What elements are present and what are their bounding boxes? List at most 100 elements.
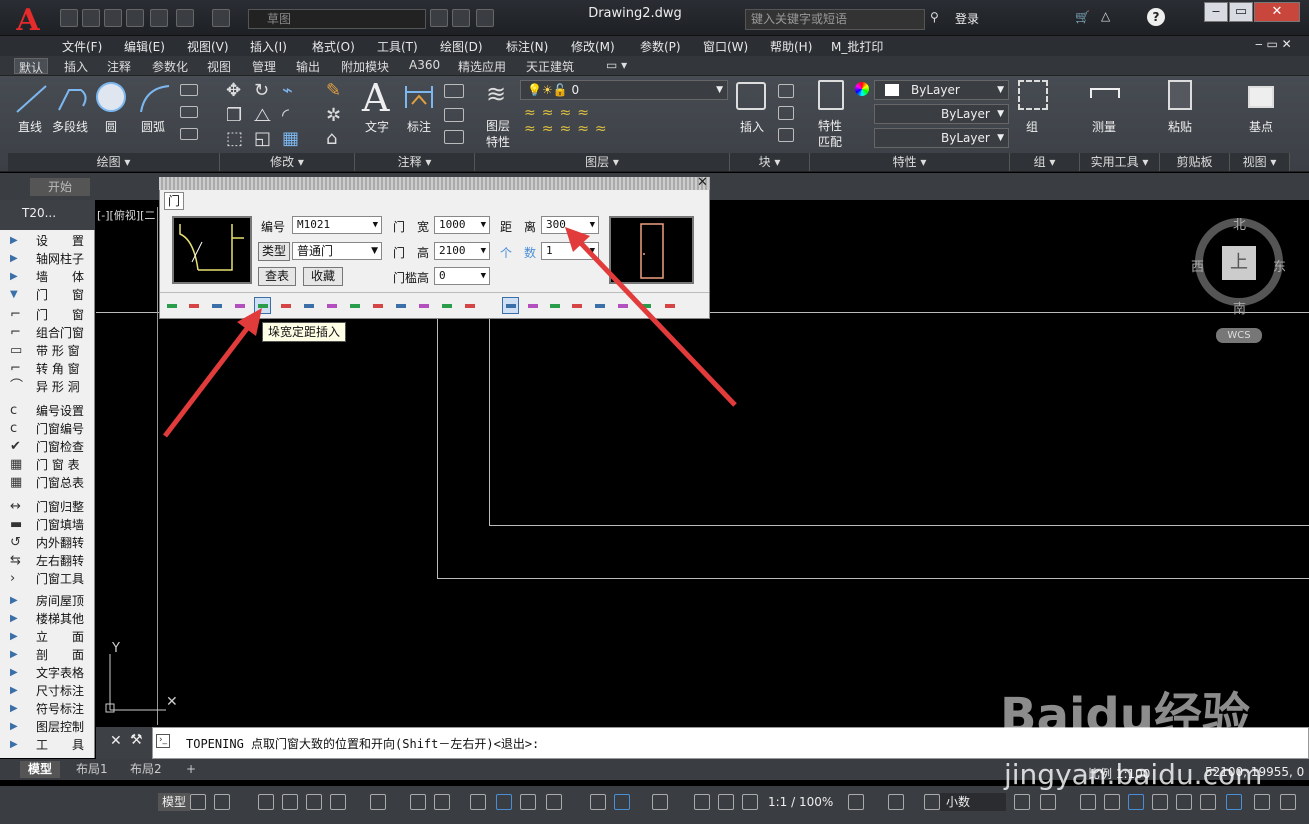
fillet-icon[interactable]: ◜ xyxy=(282,105,289,126)
type-button[interactable]: 类型 xyxy=(258,242,290,261)
menu-view[interactable]: 视图(V) xyxy=(187,38,229,55)
restore-button[interactable]: ▭ xyxy=(1229,2,1253,22)
add-layout-icon[interactable]: + xyxy=(178,761,204,778)
menu-file[interactable]: 文件(F) xyxy=(62,38,102,55)
status-toggle-20-icon[interactable] xyxy=(848,794,864,810)
panel-tool[interactable]: ▦ 门 窗 表 xyxy=(6,456,90,474)
status-toggle-28-icon[interactable] xyxy=(1152,794,1168,810)
save-as-icon[interactable] xyxy=(126,9,144,27)
redo-icon[interactable] xyxy=(212,9,230,27)
panel-groups[interactable]: 组 ▾ xyxy=(1010,153,1080,171)
tab-parametric[interactable]: 参数化 xyxy=(148,58,192,74)
menu-insert[interactable]: 插入(I) xyxy=(250,38,287,55)
close-button[interactable]: ✕ xyxy=(1254,2,1300,22)
scale-icon[interactable]: ◱ xyxy=(254,128,271,149)
status-toggle-19-icon[interactable] xyxy=(742,794,758,810)
leader-icon[interactable] xyxy=(444,108,464,122)
panel-tool[interactable]: ⌒ 异 形 洞 xyxy=(6,378,90,396)
measure-label[interactable]: 测量 xyxy=(1092,118,1116,135)
insert-mode-8-icon[interactable] xyxy=(323,297,340,314)
start-tab[interactable]: 开始 xyxy=(30,178,90,196)
panel-category[interactable]: ▶ 设 置 xyxy=(6,232,90,250)
hatch-icon[interactable] xyxy=(180,106,198,118)
insert-mode-16-icon[interactable] xyxy=(524,297,541,314)
status-toggle-32-icon[interactable] xyxy=(1254,794,1270,810)
viewport-label[interactable]: [-][俯视][二 xyxy=(97,207,155,223)
match-properties-icon[interactable] xyxy=(818,80,844,110)
panel-tool[interactable]: ⅽ 编号设置 xyxy=(6,402,90,420)
wcs-menu[interactable]: WCS xyxy=(1216,328,1262,343)
panel-block[interactable]: 块 ▾ xyxy=(730,153,810,171)
panel-view[interactable]: 视图 ▾ xyxy=(1230,153,1290,171)
line-icon[interactable] xyxy=(14,82,50,116)
ribbon-toggle-icon[interactable]: ▭ ▾ xyxy=(602,58,631,74)
status-toggle-15-icon[interactable] xyxy=(614,794,630,810)
arc-label[interactable]: 圆弧 xyxy=(141,118,165,135)
panel-category[interactable]: ▶ 工 具 xyxy=(6,736,90,754)
distance-dropdown[interactable]: 300 ▼ xyxy=(541,216,599,234)
status-toggle-31-icon[interactable] xyxy=(1226,794,1242,810)
insert-mode-20-icon[interactable] xyxy=(614,297,631,314)
status-toggle-3-icon[interactable] xyxy=(258,794,274,810)
panel-modify[interactable]: 修改 ▾ xyxy=(220,153,355,171)
tab-model[interactable]: 模型 xyxy=(20,761,61,778)
panel-tool[interactable]: ⌐ 转 角 窗 xyxy=(6,360,90,378)
customize-wrench-icon[interactable]: ⚒ xyxy=(130,732,143,748)
count-dropdown[interactable]: 1 ▼ xyxy=(541,242,599,260)
status-toggle-5-icon[interactable] xyxy=(306,794,322,810)
status-toggle-33-icon[interactable] xyxy=(1280,794,1296,810)
text-label[interactable]: 文字 xyxy=(365,118,389,135)
panel-category[interactable]: ▶ 房间屋顶 xyxy=(6,592,90,610)
rectangle-icon[interactable] xyxy=(180,84,198,96)
attribute-icon[interactable] xyxy=(778,128,794,142)
type-dropdown[interactable]: 普通门 ▼ xyxy=(292,242,382,260)
door-plan-preview[interactable] xyxy=(172,216,252,284)
layer-properties-label[interactable]: 图层特性 xyxy=(486,118,516,150)
insert-mode-17-icon[interactable] xyxy=(546,297,563,314)
status-toggle-17-icon[interactable] xyxy=(694,794,710,810)
status-toggle-8-icon[interactable] xyxy=(410,794,426,810)
basepoint-label[interactable]: 基点 xyxy=(1249,118,1273,135)
tab-featured[interactable]: 精选应用 xyxy=(454,58,510,74)
panel-properties[interactable]: 特性 ▾ xyxy=(810,153,1010,171)
layer-properties-icon[interactable]: ≋ xyxy=(486,80,506,108)
menu-parameter[interactable]: 参数(P) xyxy=(640,38,681,55)
panel-tool[interactable]: ↺ 内外翻转 xyxy=(6,534,90,552)
panel-tool[interactable]: ⌐ 组合门窗 xyxy=(6,324,90,342)
group-label[interactable]: 组 xyxy=(1026,118,1038,135)
offset-icon[interactable]: ⌂ xyxy=(326,128,337,149)
edit-block-icon[interactable] xyxy=(778,106,794,120)
status-toggle-25-icon[interactable] xyxy=(1080,794,1096,810)
region-icon[interactable] xyxy=(180,128,198,140)
tab-tangent[interactable]: 天正建筑 xyxy=(522,58,578,74)
panel-category[interactable]: ▶ 尺寸标注 xyxy=(6,682,90,700)
panel-tool[interactable]: ✔ 门窗检查 xyxy=(6,438,90,456)
panel-annotate[interactable]: 注释 ▾ xyxy=(355,153,475,171)
status-toggle-14-icon[interactable] xyxy=(590,794,606,810)
number-dropdown[interactable]: M1021 ▼ xyxy=(292,216,382,234)
units-dropdown[interactable]: 小数 xyxy=(940,793,1006,811)
status-toggle-13-icon[interactable] xyxy=(546,794,562,810)
insert-mode-1-icon[interactable] xyxy=(163,297,180,314)
login-link[interactable]: 登录 xyxy=(955,10,979,27)
panel-clipboard[interactable]: 剪贴板 xyxy=(1160,153,1230,171)
help-icon[interactable]: ? xyxy=(1147,8,1165,26)
panel-tool[interactable]: › 门窗工具 xyxy=(6,570,90,588)
tab-default[interactable]: 默认 xyxy=(14,58,49,75)
mirror-icon[interactable]: ⧍ xyxy=(254,105,271,126)
panel-tool[interactable]: ▦ 门窗总表 xyxy=(6,474,90,492)
create-block-icon[interactable] xyxy=(778,84,794,98)
insert-mode-2-icon[interactable] xyxy=(185,297,202,314)
arc-icon[interactable] xyxy=(137,82,173,116)
command-line-handle[interactable]: ✕ ⚒ xyxy=(96,727,152,759)
menu-help[interactable]: 帮助(H) xyxy=(770,38,812,55)
plot-icon[interactable] xyxy=(476,9,494,27)
panel-tool[interactable]: ⅽ 门窗编号 xyxy=(6,420,90,438)
binoculars-icon[interactable]: ⚲ xyxy=(930,10,939,24)
dialog-grip[interactable] xyxy=(159,177,710,190)
copy-icon[interactable]: ❐ xyxy=(226,105,242,126)
menu-format[interactable]: 格式(O) xyxy=(312,38,355,55)
status-toggle-26-icon[interactable] xyxy=(1104,794,1120,810)
insert-block-icon[interactable] xyxy=(736,82,766,110)
panel-category[interactable]: ▶ 墙 体 xyxy=(6,268,90,286)
